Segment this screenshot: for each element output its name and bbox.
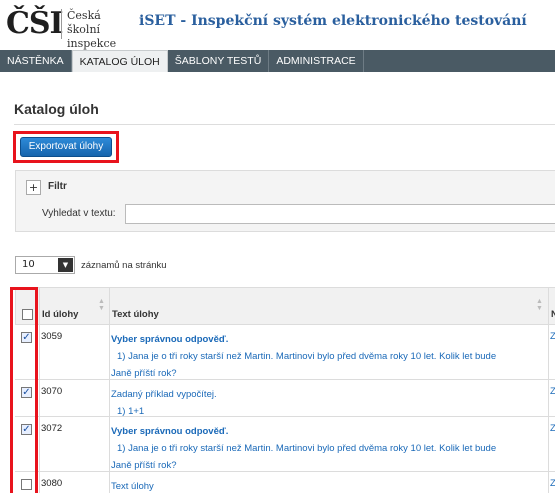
logo-line-1: Česká školní bbox=[67, 9, 101, 36]
column-header-text[interactable]: Text úlohy ▲ ▼ bbox=[112, 288, 550, 326]
search-label: Vyhledat v textu: bbox=[42, 208, 116, 219]
row-next-cell[interactable]: Z bbox=[550, 386, 555, 397]
task-title[interactable]: Vyber správnou odpověď. bbox=[111, 423, 547, 440]
row-next-cell[interactable]: Z bbox=[550, 478, 555, 489]
app-title: iSET - Inspekční systém elektronického t… bbox=[139, 13, 527, 29]
nav-item-nastenka[interactable]: NÁSTĚNKA bbox=[0, 50, 72, 72]
column-divider bbox=[548, 287, 549, 493]
task-id: 3072 bbox=[41, 423, 63, 434]
logo-text: Česká školní inspekce bbox=[67, 9, 131, 51]
column-divider bbox=[39, 287, 40, 493]
filter-label: Filtr bbox=[48, 181, 67, 192]
search-input[interactable] bbox=[125, 204, 555, 224]
logo-line-2: inspekce bbox=[67, 37, 117, 50]
task-title[interactable]: Zadaný příklad vypočítej. bbox=[111, 386, 547, 403]
nav-item-katalog-uloh[interactable]: KATALOG ÚLOH bbox=[71, 50, 168, 72]
column-id-label: Id úlohy bbox=[42, 309, 79, 320]
main-nav: NÁSTĚNKA KATALOG ÚLOH ŠABLONY TESTŮ ADMI… bbox=[0, 50, 555, 72]
checkbox-column-highlight-box bbox=[10, 287, 38, 493]
filter-expand-icon[interactable]: + bbox=[26, 180, 41, 195]
task-title[interactable]: Text úlohy bbox=[111, 478, 547, 495]
task-id: 3059 bbox=[41, 331, 63, 342]
logo-mark: ČŠI bbox=[6, 6, 64, 41]
records-per-page-value: 10 bbox=[22, 259, 35, 270]
column-header-id[interactable]: Id úlohy ▲ ▼ bbox=[42, 288, 112, 326]
table-header: Id úlohy ▲ ▼ Text úlohy ▲ ▼ N bbox=[15, 287, 555, 325]
sort-arrows-icon[interactable]: ▲ ▼ bbox=[536, 298, 543, 312]
column-next-label: N bbox=[551, 309, 555, 320]
app-header: ČŠI Česká školní inspekce iSET - Inspekč… bbox=[0, 0, 555, 50]
column-header-next[interactable]: N bbox=[551, 288, 555, 326]
page-title: Katalog úloh bbox=[14, 101, 99, 117]
nav-item-administrace[interactable]: ADMINISTRACE bbox=[269, 50, 364, 72]
row-next-cell[interactable]: Z bbox=[550, 423, 555, 434]
filter-panel: + Filtr Vyhledat v textu: bbox=[15, 170, 555, 232]
task-subitem[interactable]: 1) Jana je o tři roky starší než Martin.… bbox=[111, 440, 547, 457]
table-row[interactable]: ✓ 3070 Zadaný příklad vypočítej. 1) 1+1 … bbox=[15, 380, 555, 417]
task-id: 3080 bbox=[41, 478, 63, 489]
task-text[interactable]: Zadaný příklad vypočítej. 1) 1+1 bbox=[111, 386, 547, 420]
task-subitem[interactable]: 1) Jana je o tři roky starší než Martin.… bbox=[111, 348, 547, 365]
row-next-cell[interactable]: Z bbox=[550, 331, 555, 342]
dropdown-arrow-icon[interactable]: ▼ bbox=[58, 258, 73, 272]
records-per-page-select[interactable]: 10 ▼ bbox=[15, 256, 75, 274]
task-title[interactable]: Vyber správnou odpověď. bbox=[111, 331, 547, 348]
task-id: 3070 bbox=[41, 386, 63, 397]
task-text[interactable]: Text úlohy bbox=[111, 478, 547, 495]
table-row[interactable]: 3080 Text úlohy Z bbox=[15, 472, 555, 493]
table-row[interactable]: ✓ 3059 Vyber správnou odpověď. 1) Jana j… bbox=[15, 325, 555, 380]
task-text[interactable]: Vyber správnou odpověď. 1) Jana je o tři… bbox=[111, 331, 547, 382]
title-divider bbox=[14, 124, 555, 125]
table-row[interactable]: ✓ 3072 Vyber správnou odpověď. 1) Jana j… bbox=[15, 417, 555, 472]
task-text[interactable]: Vyber správnou odpověď. 1) Jana je o tři… bbox=[111, 423, 547, 474]
nav-item-sablony-testu[interactable]: ŠABLONY TESTŮ bbox=[168, 50, 270, 72]
column-divider bbox=[109, 287, 110, 493]
records-per-page-label: záznamů na stránku bbox=[81, 260, 167, 271]
column-text-label: Text úlohy bbox=[112, 309, 159, 320]
logo-divider bbox=[61, 9, 62, 39]
export-button[interactable]: Exportovat úlohy bbox=[20, 137, 112, 157]
sort-arrows-icon[interactable]: ▲ ▼ bbox=[98, 298, 105, 312]
